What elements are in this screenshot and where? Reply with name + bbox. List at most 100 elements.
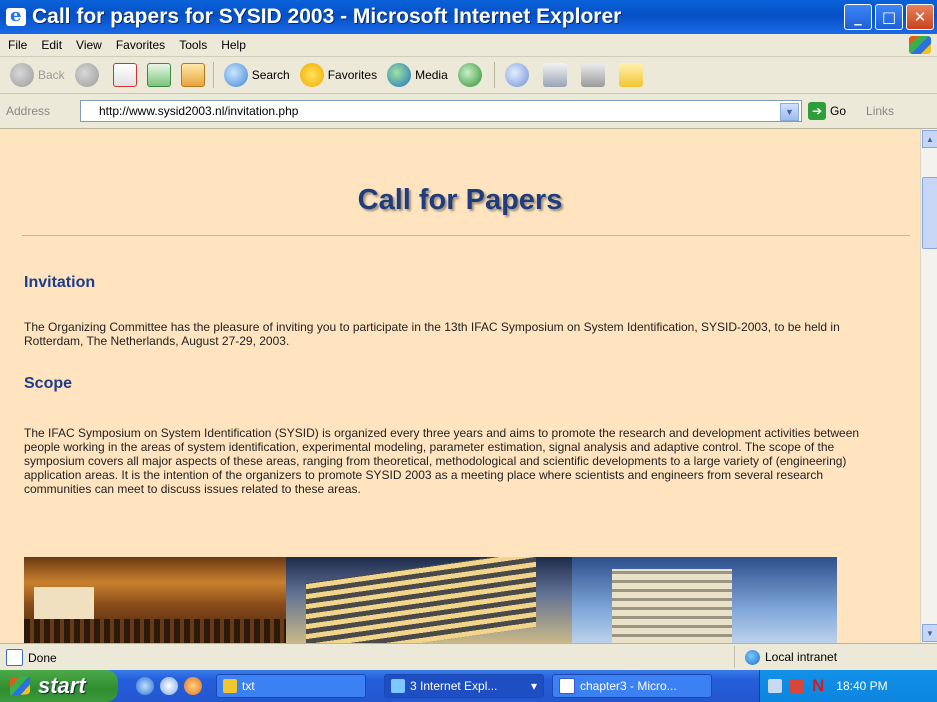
task-label: chapter3 - Micro... bbox=[580, 679, 677, 693]
address-label: Address bbox=[6, 104, 51, 118]
go-button[interactable]: ➔ Go bbox=[808, 102, 846, 120]
edit-button[interactable] bbox=[580, 63, 609, 87]
quicklaunch-ie-icon[interactable] bbox=[136, 677, 154, 695]
menu-edit[interactable]: Edit bbox=[41, 38, 62, 52]
back-arrow-icon bbox=[10, 63, 34, 87]
maximize-button[interactable]: □ bbox=[875, 4, 903, 30]
menu-tools[interactable]: Tools bbox=[179, 38, 207, 52]
tray-n-icon[interactable]: N bbox=[812, 676, 824, 696]
scroll-up-icon[interactable]: ▲ bbox=[922, 130, 937, 148]
quicklaunch-media-icon[interactable] bbox=[184, 677, 202, 695]
title-divider bbox=[22, 235, 910, 236]
zone-label: Local intranet bbox=[765, 650, 838, 664]
word-doc-icon bbox=[559, 678, 575, 694]
tray-network-icon[interactable] bbox=[768, 679, 782, 693]
intranet-globe-icon bbox=[745, 649, 760, 665]
mail-icon bbox=[504, 63, 529, 87]
search-button[interactable]: Search bbox=[223, 63, 290, 87]
building-facade bbox=[306, 557, 536, 643]
task-label: txt bbox=[242, 679, 255, 693]
history-button[interactable] bbox=[457, 63, 486, 87]
back-button[interactable]: Back bbox=[10, 63, 65, 87]
minimize-button[interactable]: _ bbox=[844, 4, 872, 30]
close-button[interactable]: ✕ bbox=[906, 4, 934, 30]
address-url: http://www.sysid2003.nl/invitation.php bbox=[99, 104, 299, 118]
status-bar: Done Local intranet bbox=[0, 643, 937, 671]
ie-icon bbox=[391, 679, 405, 693]
links-button[interactable]: Links bbox=[866, 104, 894, 118]
menu-view[interactable]: View bbox=[76, 38, 102, 52]
building-day-photo bbox=[572, 557, 837, 643]
taskbar: start txt 3 Internet Expl... ▾ chapter3 … bbox=[0, 670, 937, 702]
home-icon[interactable] bbox=[180, 63, 205, 87]
menu-bar: File Edit View Favorites Tools Help bbox=[0, 34, 937, 57]
address-bar: Address http://www.sysid2003.nl/invitati… bbox=[0, 94, 937, 129]
taskbar-item-folder[interactable]: txt bbox=[216, 674, 366, 698]
page-done-icon bbox=[6, 649, 23, 666]
start-label: start bbox=[38, 673, 86, 698]
forward-arrow-icon bbox=[74, 63, 99, 87]
invitation-text: The Organizing Committee has the pleasur… bbox=[24, 320, 840, 348]
menu-favorites[interactable]: Favorites bbox=[116, 38, 165, 52]
task-label: 3 Internet Expl... bbox=[410, 679, 498, 693]
menu-help[interactable]: Help bbox=[221, 38, 246, 52]
media-label: Media bbox=[415, 68, 448, 82]
task-group-arrow: ▾ bbox=[530, 679, 537, 693]
search-label: Search bbox=[251, 68, 290, 82]
folder-icon bbox=[223, 679, 237, 693]
scope-text: The IFAC Symposium on System Identificat… bbox=[24, 426, 860, 496]
security-zone: Local intranet bbox=[734, 646, 929, 668]
history-icon bbox=[457, 63, 482, 87]
browser-toolbar: Back Search Favorites Media bbox=[0, 57, 937, 94]
invitation-heading: Invitation bbox=[24, 274, 96, 291]
start-button[interactable]: start bbox=[0, 670, 118, 702]
taskbar-item-internet-explorer[interactable]: 3 Internet Expl... ▾ bbox=[384, 674, 544, 698]
clock: 18:40 PM bbox=[836, 679, 888, 693]
quick-launch bbox=[136, 677, 202, 695]
title-bar[interactable]: Call for papers for SYSID 2003 - Microso… bbox=[0, 0, 937, 34]
menu-file[interactable]: File bbox=[8, 38, 27, 52]
taskbar-item-word[interactable]: chapter3 - Micro... bbox=[552, 674, 712, 698]
photo-strip bbox=[24, 557, 837, 643]
toolbar-separator bbox=[212, 62, 214, 88]
page-title: Call for Papers bbox=[357, 184, 563, 216]
refresh-icon[interactable] bbox=[146, 63, 171, 87]
go-label: Go bbox=[830, 104, 847, 118]
edit-icon bbox=[580, 63, 605, 87]
stop-icon[interactable] bbox=[112, 63, 137, 87]
folder-icon bbox=[618, 63, 643, 87]
window-title: Call for papers for SYSID 2003 - Microso… bbox=[32, 5, 622, 28]
print-icon bbox=[542, 63, 567, 87]
toolbar-separator-2 bbox=[493, 62, 495, 88]
building-night-photo bbox=[286, 557, 572, 643]
media-icon bbox=[387, 63, 412, 87]
quicklaunch-outlook-icon[interactable] bbox=[160, 677, 178, 695]
windows-flag-icon bbox=[10, 675, 30, 697]
page-content: Call for Papers Invitation The Organizin… bbox=[0, 129, 920, 643]
vertical-scrollbar[interactable]: ▲ ▼ bbox=[920, 129, 937, 643]
forward-button[interactable] bbox=[74, 63, 103, 87]
projection-screen bbox=[34, 587, 94, 621]
auditorium-photo bbox=[24, 557, 286, 643]
system-tray: N 18:40 PM bbox=[759, 670, 937, 702]
favorites-button[interactable]: Favorites bbox=[299, 63, 378, 87]
address-dropdown-icon[interactable]: ▼ bbox=[780, 103, 799, 121]
back-label: Back bbox=[38, 68, 65, 82]
favorites-label: Favorites bbox=[327, 68, 378, 82]
windows-logo-icon bbox=[909, 36, 931, 54]
scope-heading: Scope bbox=[24, 375, 73, 392]
mail-button[interactable] bbox=[504, 63, 533, 87]
address-input[interactable]: http://www.sysid2003.nl/invitation.php ▼ bbox=[80, 100, 802, 122]
window-controls: _ □ ✕ bbox=[844, 4, 934, 30]
tower-facade bbox=[612, 569, 732, 643]
ie-icon bbox=[6, 5, 26, 26]
tray-app-icon[interactable] bbox=[790, 679, 804, 693]
messenger-button[interactable] bbox=[618, 63, 647, 87]
scroll-thumb[interactable] bbox=[922, 177, 937, 249]
favorites-star-icon bbox=[299, 63, 324, 87]
print-button[interactable] bbox=[542, 63, 571, 87]
scroll-down-icon[interactable]: ▼ bbox=[922, 624, 937, 642]
go-arrow-icon: ➔ bbox=[808, 102, 826, 120]
status-text: Done bbox=[28, 650, 57, 665]
media-button[interactable]: Media bbox=[387, 63, 448, 87]
